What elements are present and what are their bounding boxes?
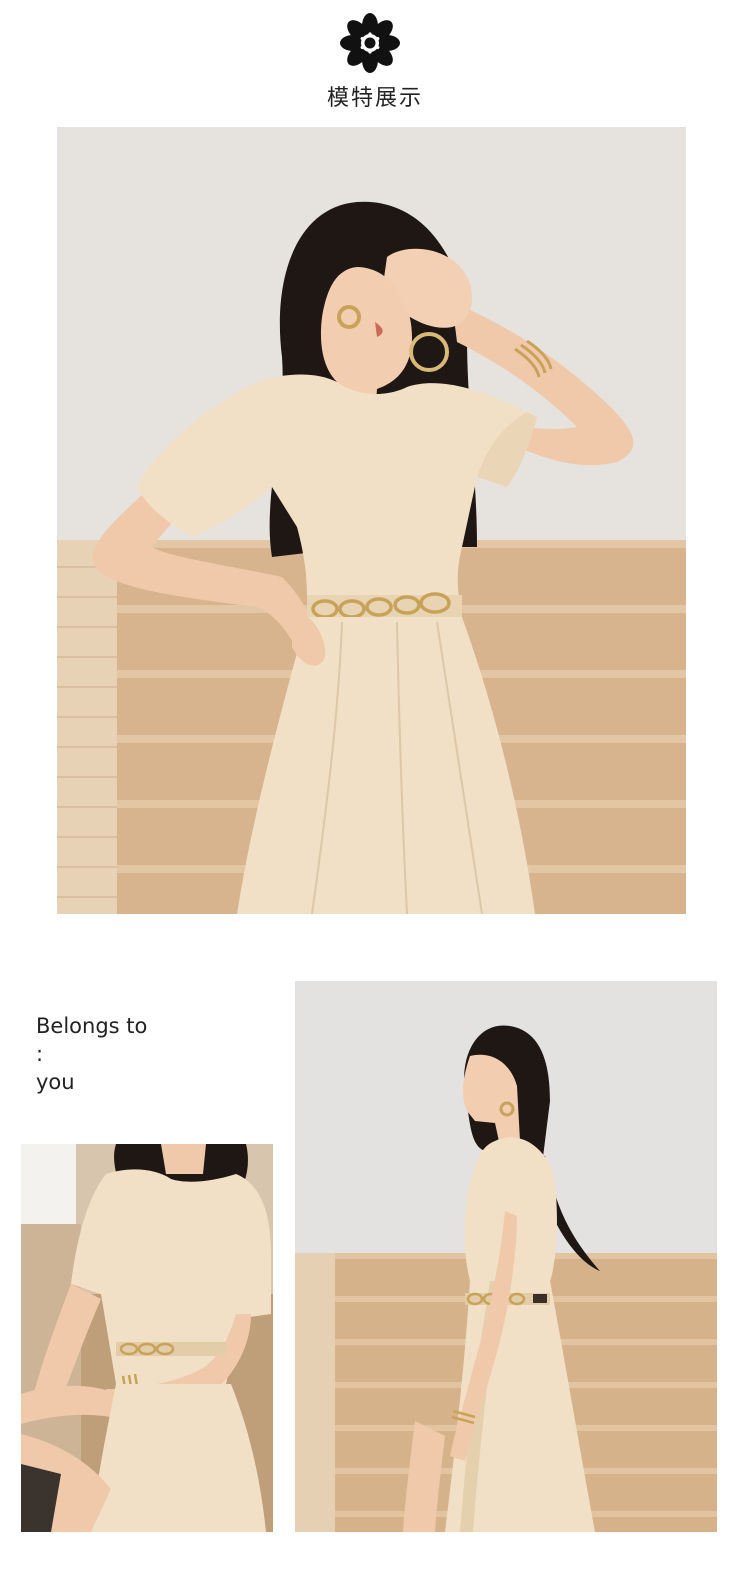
section-header: 模特展示 xyxy=(0,0,750,120)
tagline: Belongs to : you xyxy=(36,1012,236,1096)
flower-icon xyxy=(340,13,400,73)
tagline-line-3: you xyxy=(36,1070,75,1094)
model-photo-closeup xyxy=(21,1144,273,1532)
section-title: 模特展示 xyxy=(326,86,423,111)
tagline-line-1: Belongs to xyxy=(36,1014,148,1038)
model-photo-side xyxy=(295,981,717,1532)
tagline-line-2: : xyxy=(36,1042,44,1066)
model-photo-front xyxy=(57,127,686,914)
